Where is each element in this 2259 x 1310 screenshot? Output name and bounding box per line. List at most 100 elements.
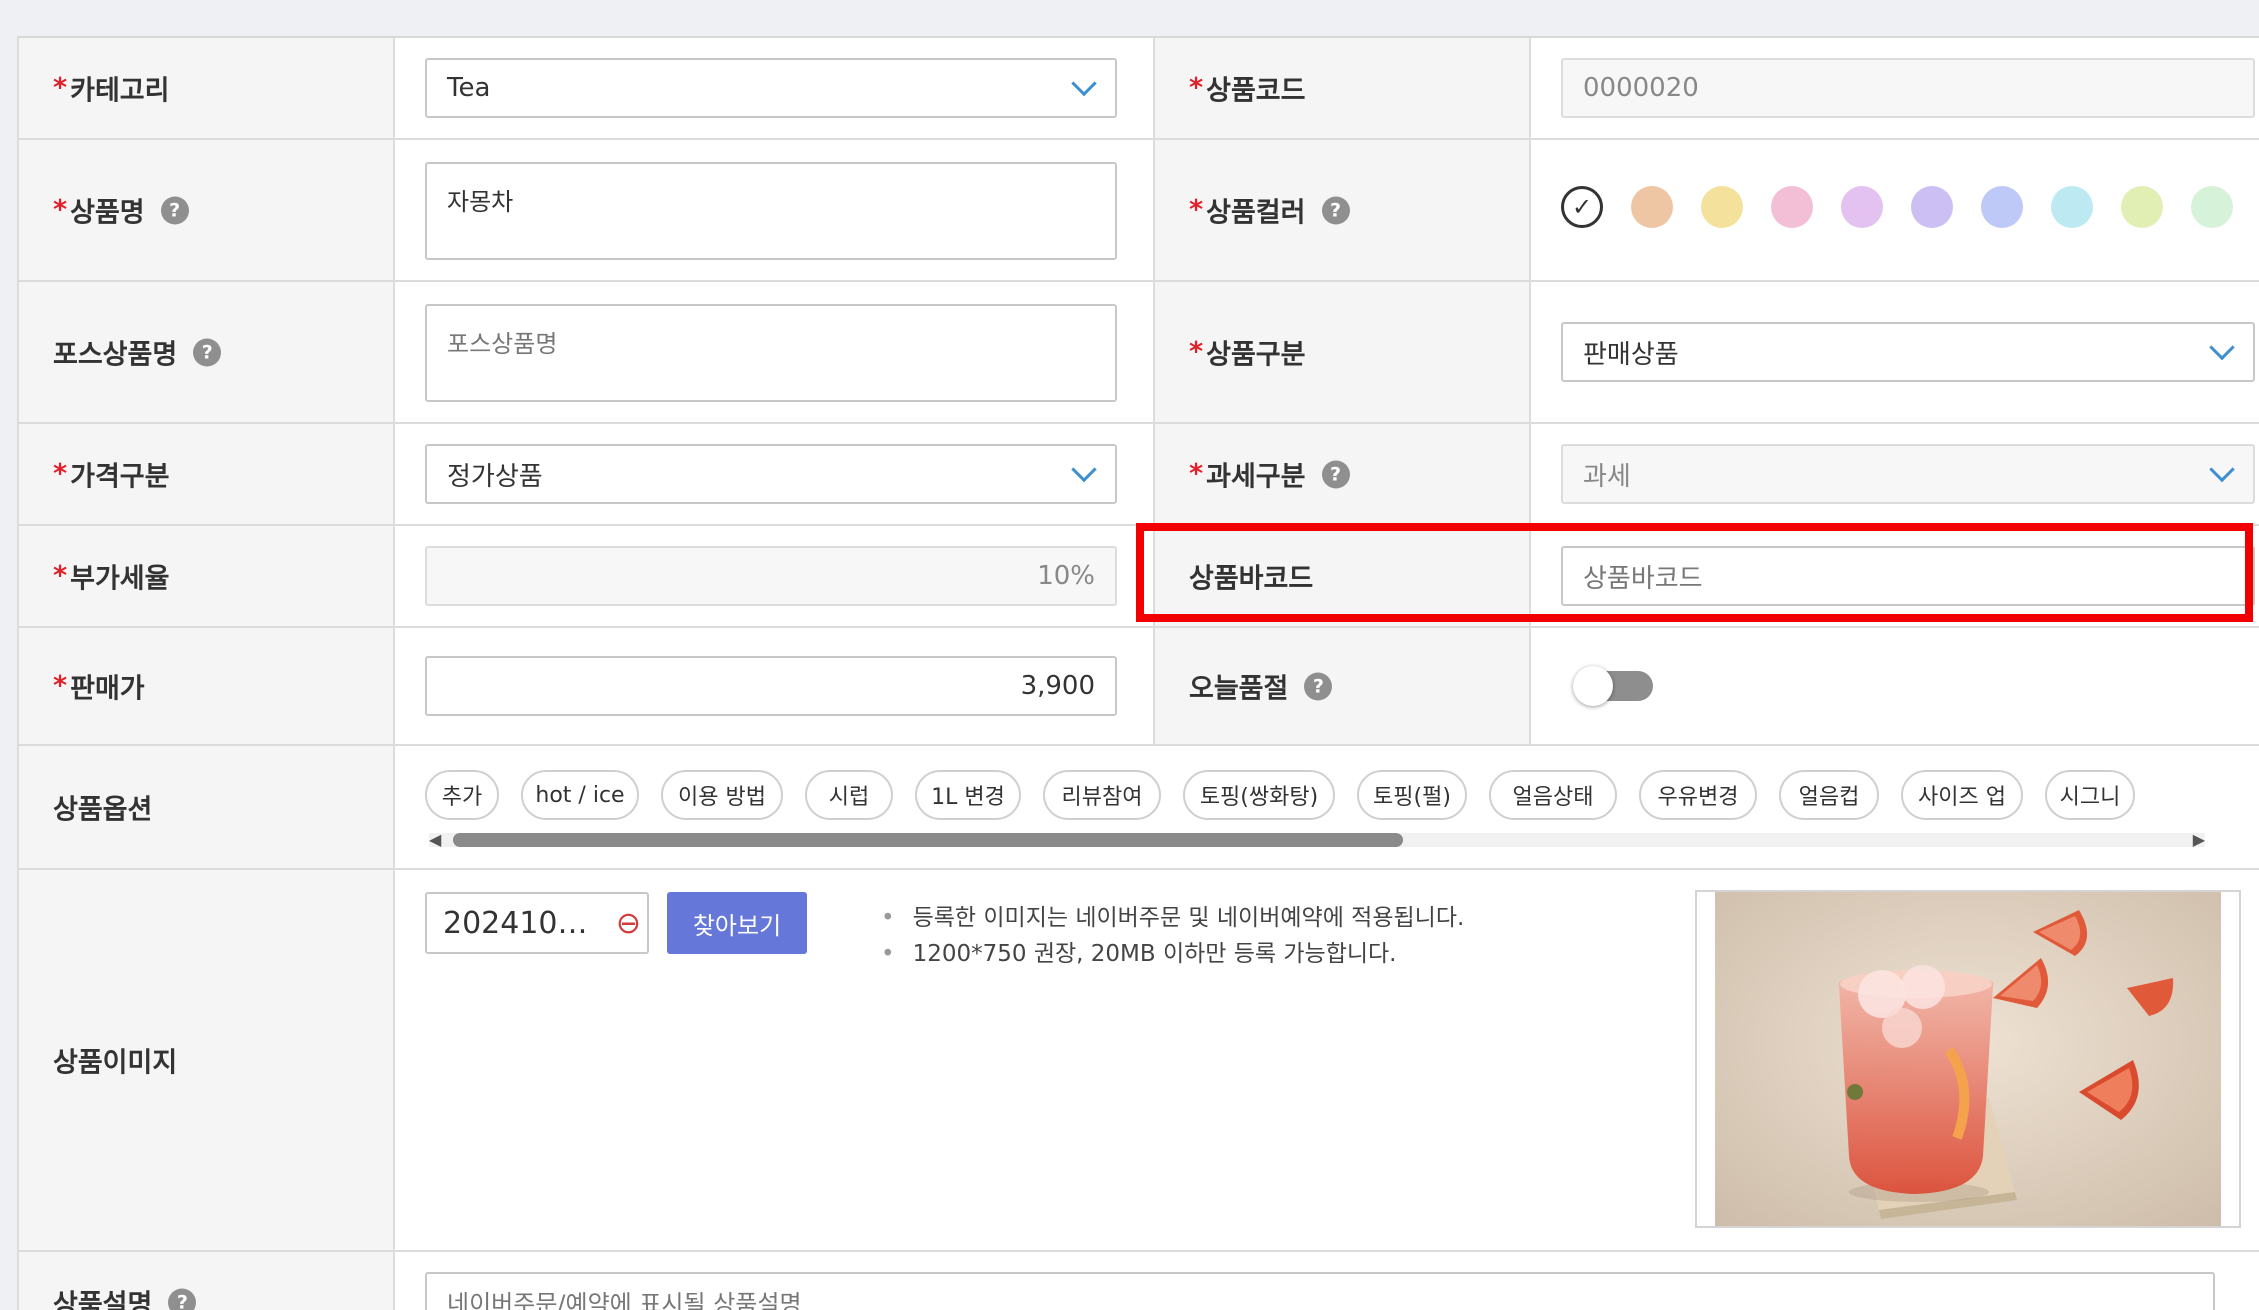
product-color-label: 상품컬러 <box>1206 197 1306 229</box>
product-name-label: 상품명 <box>70 197 145 229</box>
required-mark: * <box>1189 194 1204 226</box>
image-label-cell: 상품이미지 <box>17 870 395 1250</box>
required-mark: * <box>53 670 68 702</box>
product-color-label-cell: * 상품컬러? <box>1153 140 1531 280</box>
remove-file-icon[interactable]: ⊖ <box>616 906 641 941</box>
pos-name-textarea[interactable]: 포스상품명 <box>425 304 1117 402</box>
color-swatch[interactable] <box>2051 186 2093 228</box>
toggle-knob <box>1573 666 1613 706</box>
product-name-textarea[interactable]: 자몽차 <box>425 162 1117 260</box>
required-mark: * <box>1189 336 1204 368</box>
options-label-cell: 상품옵션 <box>17 746 395 868</box>
row-vat: * 부가세율 10% 상품바코드 상품바코드 <box>17 526 2259 628</box>
required-mark: * <box>1189 72 1204 104</box>
options-scrollbar-thumb[interactable] <box>453 833 1403 847</box>
color-swatch[interactable] <box>1631 186 1673 228</box>
description-placeholder: 네이버주문/예약에 표시될 상품설명 <box>447 1290 802 1310</box>
option-chip[interactable]: 사이즈 업 <box>1901 770 2023 820</box>
pos-name-value-cell: 포스상품명 <box>393 282 1153 422</box>
product-edit-page: * 카테고리 Tea * 상품코드 0000020 * 상품명? 자몽차 * 상… <box>0 0 2259 1310</box>
browse-button[interactable]: 찾아보기 <box>667 892 807 954</box>
description-textarea[interactable]: 네이버주문/예약에 표시될 상품설명 <box>425 1272 2215 1310</box>
options-value-cell: 추가 hot / ice 이용 방법 시럽 1L 변경 리뷰참여 토핑(쌍화탕) 토핑(펄) 얼… <box>393 746 2259 868</box>
barcode-placeholder: 상품바코드 <box>1583 563 1703 594</box>
category-value-cell: Tea <box>393 38 1153 138</box>
color-swatch[interactable] <box>2121 186 2163 228</box>
options-scrollbar-track[interactable]: ◀ ▶ <box>429 831 2205 849</box>
row-pos-name: 포스상품명? 포스상품명 * 상품구분 판매상품 <box>17 282 2259 424</box>
row-price-type: * 가격구분 정가상품 * 과세구분? 과세 <box>17 424 2259 526</box>
option-chip[interactable]: 시럽 <box>805 770 893 820</box>
description-label-cell: 상품설명? <box>17 1252 395 1310</box>
row-description: 상품설명? 네이버주문/예약에 표시될 상품설명 <box>17 1252 2259 1310</box>
sold-out-toggle[interactable] <box>1573 666 1653 706</box>
price-type-label: 가격구분 <box>70 461 170 493</box>
description-value-cell: 네이버주문/예약에 표시될 상품설명 <box>393 1252 2259 1310</box>
product-form: * 카테고리 Tea * 상품코드 0000020 * 상품명? 자몽차 * 상… <box>17 36 2259 1310</box>
product-name-value-cell: 자몽차 <box>393 140 1153 280</box>
options-label: 상품옵션 <box>53 794 153 826</box>
help-icon[interactable]: ? <box>1321 196 1350 224</box>
product-name-value: 자몽차 <box>447 188 514 216</box>
image-file-name: 202410… <box>443 905 588 941</box>
required-mark: * <box>53 560 68 592</box>
scroll-left-icon[interactable]: ◀ <box>429 831 441 849</box>
help-icon[interactable]: ? <box>1304 672 1333 700</box>
barcode-label-cell: 상품바코드 <box>1153 526 1531 626</box>
option-chip[interactable]: 토핑(쌍화탕) <box>1183 770 1335 820</box>
product-name-label-cell: * 상품명? <box>17 140 395 280</box>
price-type-value: 정가상품 <box>447 461 543 492</box>
color-swatch[interactable] <box>1841 186 1883 228</box>
image-file-field: 202410… ⊖ <box>425 892 649 954</box>
color-swatch[interactable] <box>1771 186 1813 228</box>
tax-type-select: 과세 <box>1561 444 2255 504</box>
price-type-select[interactable]: 정가상품 <box>425 444 1117 504</box>
color-swatch[interactable] <box>1701 186 1743 228</box>
barcode-input[interactable]: 상품바코드 <box>1561 546 2255 606</box>
help-icon[interactable]: ? <box>1321 460 1350 488</box>
sold-out-label: 오늘품절 <box>1189 673 1289 705</box>
option-chip[interactable]: 토핑(펄) <box>1357 770 1467 820</box>
chevron-down-icon <box>2209 456 2235 483</box>
option-chip[interactable]: 시그니 <box>2045 770 2135 820</box>
product-type-label: 상품구분 <box>1206 339 1306 371</box>
option-chips: 추가 hot / ice 이용 방법 시럽 1L 변경 리뷰참여 토핑(쌍화탕) 토핑(펄) 얼… <box>393 746 2259 826</box>
option-chip[interactable]: 얼음컵 <box>1779 770 1879 820</box>
sale-price-input[interactable]: 3,900 <box>425 656 1117 716</box>
help-icon[interactable]: ? <box>160 196 189 224</box>
sale-price-value: 3,900 <box>1020 671 1095 701</box>
product-type-label-cell: * 상품구분 <box>1153 282 1531 422</box>
scroll-right-icon[interactable]: ▶ <box>2193 831 2205 849</box>
option-chip[interactable]: 추가 <box>425 770 499 820</box>
product-code-field: 0000020 <box>1561 58 2255 118</box>
option-chip[interactable]: 1L 변경 <box>915 770 1021 820</box>
price-type-value-cell: 정가상품 <box>393 424 1153 524</box>
category-select[interactable]: Tea <box>425 58 1117 118</box>
help-icon[interactable]: ? <box>168 1288 197 1310</box>
option-chip[interactable]: hot / ice <box>521 770 639 820</box>
vat-rate-field: 10% <box>425 546 1117 606</box>
vat-rate-value: 10% <box>1037 561 1095 591</box>
chevron-down-icon <box>2209 334 2235 361</box>
product-type-select[interactable]: 판매상품 <box>1561 322 2255 382</box>
grapefruit-tea-photo <box>1715 892 2221 1226</box>
color-swatch[interactable] <box>1911 186 1953 228</box>
tax-type-value-cell: 과세 <box>1529 424 2259 524</box>
option-chip[interactable]: 이용 방법 <box>661 770 783 820</box>
color-swatch[interactable] <box>2191 186 2233 228</box>
color-swatch[interactable] <box>1981 186 2023 228</box>
row-image: 상품이미지 202410… ⊖ 찾아보기 등록한 이미지는 네이버주문 및 네이… <box>17 870 2259 1252</box>
chevron-down-icon <box>1071 456 1097 483</box>
price-type-label-cell: * 가격구분 <box>17 424 395 524</box>
option-chip[interactable]: 우유변경 <box>1639 770 1757 820</box>
sale-price-label-cell: * 판매가 <box>17 628 395 744</box>
row-sale-price: * 판매가 3,900 오늘품절? <box>17 628 2259 746</box>
help-icon[interactable]: ? <box>193 338 222 366</box>
pos-name-placeholder: 포스상품명 <box>447 330 558 358</box>
vat-value-cell: 10% <box>393 526 1153 626</box>
option-chip[interactable]: 리뷰참여 <box>1043 770 1161 820</box>
tax-type-label: 과세구분 <box>1206 461 1306 493</box>
color-swatch-none-check-icon[interactable]: ✓ <box>1561 186 1603 228</box>
option-chip[interactable]: 얼음상태 <box>1489 770 1617 820</box>
pos-name-label: 포스상품명 <box>53 339 178 371</box>
